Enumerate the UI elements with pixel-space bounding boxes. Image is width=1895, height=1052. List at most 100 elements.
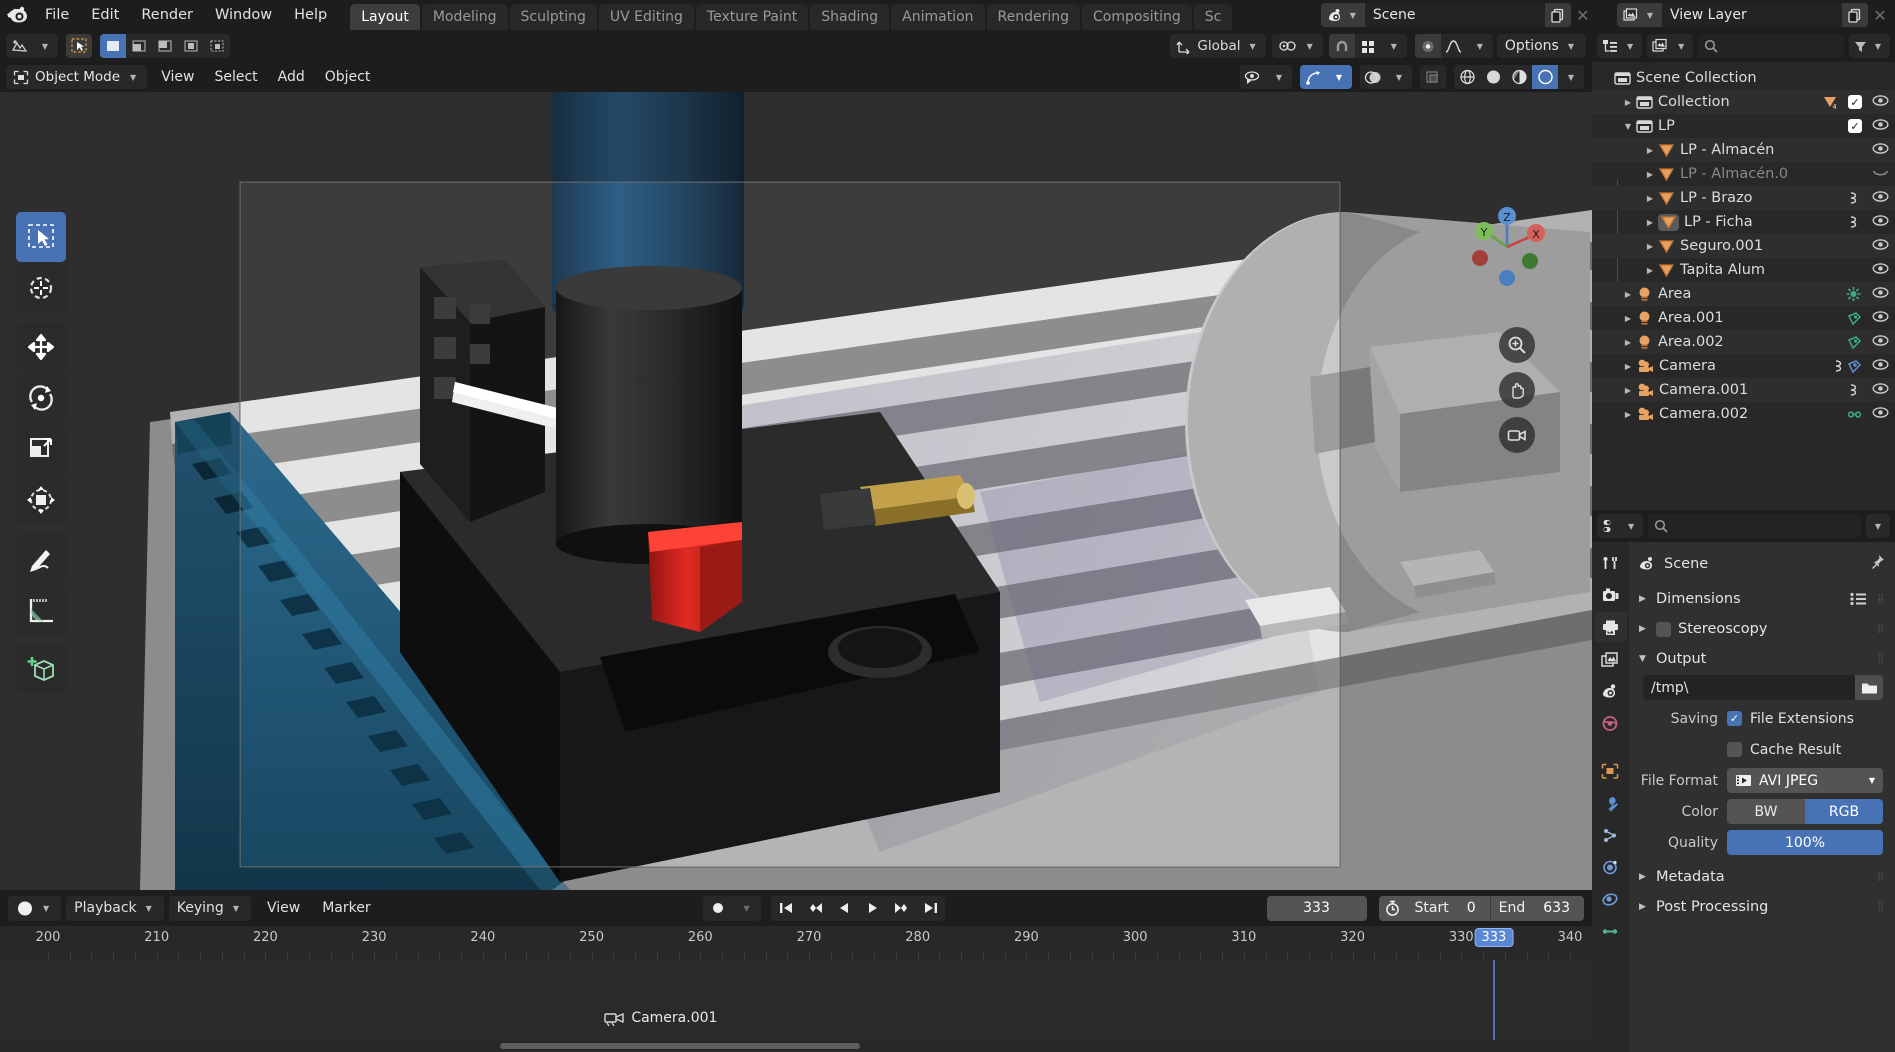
chevron-down-icon[interactable]: ▼ — [1266, 65, 1292, 89]
zoom-view-icon[interactable] — [1499, 327, 1535, 363]
xray-group[interactable] — [1420, 65, 1446, 89]
visibility-eye-icon[interactable] — [1872, 334, 1889, 351]
material-preview-shading-icon[interactable] — [1506, 65, 1532, 89]
tool-settings-group[interactable] — [66, 34, 92, 58]
remove-viewlayer-button[interactable]: ✕ — [1868, 3, 1892, 27]
outliner-row-tapita-alum[interactable]: ▶ Tapita Alum — [1592, 258, 1895, 282]
disclosure-triangle-icon[interactable]: ▶ — [1620, 98, 1636, 107]
disclosure-triangle-icon[interactable]: ▶ — [1642, 242, 1658, 251]
jump-to-prev-keyframe-button[interactable] — [800, 896, 829, 921]
light-data-icon[interactable] — [1845, 286, 1862, 302]
new-viewlayer-button[interactable] — [1842, 3, 1868, 27]
menu-window[interactable]: Window — [204, 3, 283, 27]
camera-view-icon[interactable] — [1499, 417, 1535, 453]
snapping-group[interactable]: ▼ — [1328, 34, 1407, 58]
disclosure-triangle-icon[interactable]: ▶ — [1642, 218, 1658, 227]
outliner-tree[interactable]: Scene Collection ▶ Collection 4 ✓ ▼ LP ✓ ▶ LP - A… — [1592, 62, 1895, 510]
outliner-row-lp[interactable]: ▼ LP ✓ — [1592, 114, 1895, 138]
select-set-icon[interactable] — [100, 34, 126, 58]
file-format-dropdown[interactable]: AVI JPEG ▼ — [1727, 768, 1883, 793]
disclosure-triangle-icon[interactable]: ▶ — [1620, 338, 1636, 347]
chevron-down-icon[interactable]: ▼ — [1386, 65, 1412, 89]
panel-dimensions[interactable]: ▶ Dimensions ⣿ — [1629, 584, 1895, 614]
tab-render[interactable] — [1594, 580, 1627, 610]
panel-output[interactable]: ▼ Output ⣿ — [1629, 644, 1895, 674]
timeline-track-area[interactable]: Camera.001 — [0, 960, 1592, 1052]
quality-slider[interactable]: 100% — [1727, 830, 1883, 855]
menu-file[interactable]: File — [34, 3, 80, 27]
workspace-tab-sculpting[interactable]: Sculpting — [509, 4, 597, 30]
disclosure-triangle-icon[interactable]: ▶ — [1642, 266, 1658, 275]
properties-search-input[interactable] — [1648, 514, 1861, 538]
presets-icon[interactable] — [1850, 592, 1867, 606]
stereoscopy-checkbox[interactable] — [1656, 621, 1671, 637]
new-scene-button[interactable] — [1544, 3, 1571, 27]
tool-add-cube[interactable] — [16, 644, 66, 694]
chevron-down-icon[interactable]: ▼ — [1558, 65, 1584, 89]
workspace-tab-texture-paint[interactable]: Texture Paint — [695, 4, 809, 30]
outliner-row-collection[interactable]: ▶ Collection 4 ✓ — [1592, 90, 1895, 114]
play-button[interactable] — [858, 896, 887, 921]
visibility-eye-icon[interactable] — [1872, 382, 1889, 399]
current-frame-field[interactable]: 333 — [1266, 895, 1367, 921]
properties-options-button[interactable]: ▼ — [1865, 514, 1890, 538]
animation-icon[interactable] — [1833, 359, 1862, 374]
menu-edit[interactable]: Edit — [80, 3, 130, 27]
timeline-menu-view[interactable]: View — [256, 896, 311, 921]
menu-help[interactable]: Help — [283, 3, 338, 27]
active-tool-icon[interactable] — [66, 34, 92, 58]
editor-type-selector[interactable]: ▼ — [6, 34, 58, 58]
viewport-options-button[interactable]: Options ▼ — [1496, 34, 1586, 58]
frame-range-group[interactable]: Start 0 End 633 — [1378, 895, 1584, 921]
outliner-search-input[interactable] — [1698, 34, 1844, 58]
interaction-mode-dropdown[interactable]: Object Mode ▼ — [6, 65, 148, 89]
browse-folder-button[interactable] — [1855, 675, 1883, 700]
navigation-gizmo[interactable]: Z Y X — [1462, 202, 1552, 292]
tab-modifiers[interactable] — [1594, 788, 1627, 818]
tab-tool[interactable] — [1594, 548, 1627, 578]
tool-cursor[interactable] — [16, 263, 66, 313]
chevron-down-icon[interactable]: ▼ — [1380, 34, 1407, 58]
visibility-eye-icon[interactable] — [1872, 358, 1889, 375]
visibility-group[interactable]: ▼ — [1240, 65, 1292, 89]
select-subtract-icon[interactable] — [152, 34, 178, 58]
disclosure-triangle-icon[interactable]: ▼ — [1620, 122, 1636, 131]
modifier-icon[interactable] — [1848, 215, 1862, 230]
viewport-menu-add[interactable]: Add — [268, 65, 315, 89]
timeline-menu-marker[interactable]: Marker — [311, 896, 381, 921]
tool-measure[interactable] — [16, 585, 66, 635]
pin-icon[interactable] — [1869, 554, 1885, 574]
color-option-bw[interactable]: BW — [1727, 799, 1805, 824]
viewlayer-name-field[interactable]: View Layer — [1662, 3, 1842, 27]
outliner-row-camera-002[interactable]: ▶ Camera.002 — [1592, 402, 1895, 426]
outliner-row-area-001[interactable]: ▶ Area.001 — [1592, 306, 1895, 330]
timeline-editor-type-selector[interactable]: ▼ — [8, 895, 62, 921]
scene-name-field[interactable]: Scene — [1364, 3, 1545, 27]
outliner-row-seguro-001[interactable]: ▶ Seguro.001 — [1592, 234, 1895, 258]
color-mode-toggle[interactable]: BW RGB — [1727, 799, 1883, 824]
visibility-eye-icon[interactable] — [1872, 142, 1889, 159]
outliner-row-lp-ficha[interactable]: ▶ LP - Ficha — [1592, 210, 1895, 234]
visibility-eye-icon[interactable] — [1872, 94, 1889, 111]
gizmo-group[interactable]: ▼ — [1300, 65, 1352, 89]
select-mode-group[interactable] — [100, 34, 230, 58]
outliner-row-lp-almac-n-0[interactable]: ▶ LP - Almacén.0 — [1592, 162, 1895, 186]
jump-to-next-keyframe-button[interactable] — [887, 896, 916, 921]
cache-result-checkbox[interactable] — [1727, 742, 1742, 757]
tool-rotate[interactable] — [16, 373, 66, 423]
exclude-checkbox[interactable]: ✓ — [1848, 119, 1862, 133]
viewport-menu-view[interactable]: View — [151, 65, 204, 89]
disclosure-triangle-icon[interactable]: ▶ — [1620, 386, 1636, 395]
timeline-ruler[interactable]: 200 210 220 230 240 250 260 270 280 290 300 310 320 3… — [0, 926, 1592, 960]
visibility-eye-icon[interactable] — [1872, 310, 1889, 327]
properties-editor-type-selector[interactable]: ▼ — [1597, 514, 1644, 538]
light-area-icon[interactable] — [1847, 311, 1862, 326]
animation-icon[interactable] — [1848, 383, 1862, 398]
workspace-tab-compositing[interactable]: Compositing — [1082, 4, 1192, 30]
disclosure-triangle-icon[interactable]: ▶ — [1642, 194, 1658, 203]
tool-select-box[interactable] — [16, 212, 66, 262]
viewport-canvas[interactable]: Z Y X — [0, 92, 1592, 890]
snap-mode-icon[interactable] — [1354, 34, 1381, 58]
overlays-icon[interactable] — [1360, 65, 1386, 89]
outliner-row-camera-001[interactable]: ▶ Camera.001 — [1592, 378, 1895, 402]
